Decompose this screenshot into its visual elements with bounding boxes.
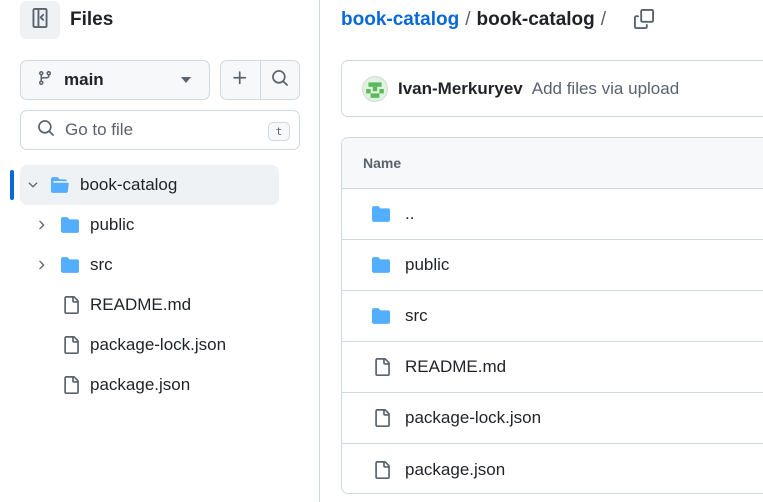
copy-icon [634, 8, 654, 34]
row-name-link[interactable]: public [405, 255, 449, 275]
file-icon [373, 460, 391, 480]
commit-author-link[interactable]: Ivan-Merkuryev [398, 79, 523, 99]
commit-message-link[interactable]: Add files via upload [532, 79, 679, 99]
breadcrumb-separator: / [465, 9, 471, 30]
file-tree: book-catalog public src README.md packag… [0, 165, 320, 405]
folder-open-icon [50, 176, 70, 194]
folder-icon [371, 205, 391, 223]
row-name-link[interactable]: package.json [405, 460, 505, 480]
table-row[interactable]: src [342, 291, 763, 342]
table-row[interactable]: public [342, 240, 763, 291]
avatar[interactable] [362, 75, 388, 102]
column-header-name: Name [363, 155, 402, 171]
tree-item-label: src [90, 255, 113, 274]
file-actions-group [220, 60, 300, 100]
tree-item-book-catalog[interactable]: book-catalog [20, 165, 279, 205]
breadcrumb: book-catalog / book-catalog / [341, 9, 612, 31]
search-code-button[interactable] [259, 61, 299, 99]
breadcrumb-separator: / [600, 9, 607, 30]
folder-icon [371, 307, 391, 325]
tree-item-package-lock[interactable]: package-lock.json [0, 325, 320, 365]
row-name-link[interactable]: package-lock.json [405, 408, 541, 428]
file-icon [373, 357, 391, 377]
folder-icon [371, 256, 391, 274]
main-content: book-catalog / book-catalog / Ivan-Merku… [321, 0, 763, 502]
search-icon [37, 119, 55, 142]
copy-path-button[interactable] [631, 8, 657, 34]
tree-item-public[interactable]: public [0, 205, 320, 245]
tree-item-package-json[interactable]: package.json [0, 365, 320, 405]
tree-item-src[interactable]: src [0, 245, 320, 285]
go-to-file-input[interactable]: Go to file t [20, 110, 300, 150]
row-name-link[interactable]: .. [405, 204, 414, 224]
file-icon [62, 375, 80, 395]
row-name-link[interactable]: README.md [405, 357, 506, 377]
branch-selector-button[interactable]: main [20, 60, 210, 100]
tree-item-label: book-catalog [80, 175, 178, 194]
row-name-link[interactable]: src [405, 306, 428, 326]
file-icon [62, 295, 80, 315]
file-table: Name .. public src README.md package-loc… [341, 137, 763, 494]
plus-icon [231, 69, 249, 92]
search-icon [271, 69, 289, 92]
tree-item-label: public [90, 215, 135, 234]
chevron-right-icon[interactable] [34, 218, 48, 232]
tree-item-label: package.json [90, 375, 191, 394]
files-title: Files [70, 9, 114, 30]
breadcrumb-repo-link[interactable]: book-catalog [341, 9, 459, 31]
add-file-button[interactable] [221, 61, 260, 99]
chevron-right-icon[interactable] [34, 258, 48, 272]
keyboard-shortcut-hint: t [268, 122, 290, 141]
file-icon [373, 408, 391, 428]
table-row[interactable]: package.json [342, 444, 763, 493]
table-row[interactable]: package-lock.json [342, 393, 763, 444]
tree-item-label: package-lock.json [90, 335, 227, 354]
table-header: Name [342, 138, 763, 189]
caret-down-icon [181, 77, 191, 83]
git-branch-icon [37, 70, 53, 91]
table-row-parent[interactable]: .. [342, 189, 763, 240]
branch-name: main [64, 70, 104, 89]
sidebar-collapse-icon [30, 7, 50, 33]
breadcrumb-current: book-catalog [476, 9, 595, 30]
file-tree-sidebar: Files main Go to file t book-catalog pub… [0, 0, 320, 502]
tree-item-readme[interactable]: README.md [0, 285, 320, 325]
collapse-sidebar-button[interactable] [20, 1, 60, 39]
chevron-down-icon[interactable] [26, 178, 40, 192]
tree-item-label: README.md [90, 295, 192, 314]
latest-commit-box: Ivan-Merkuryev Add files via upload [341, 60, 763, 117]
go-to-file-placeholder: Go to file [65, 120, 134, 139]
folder-icon [60, 216, 80, 234]
file-icon [62, 335, 80, 355]
folder-icon [60, 256, 80, 274]
table-row[interactable]: README.md [342, 342, 763, 393]
